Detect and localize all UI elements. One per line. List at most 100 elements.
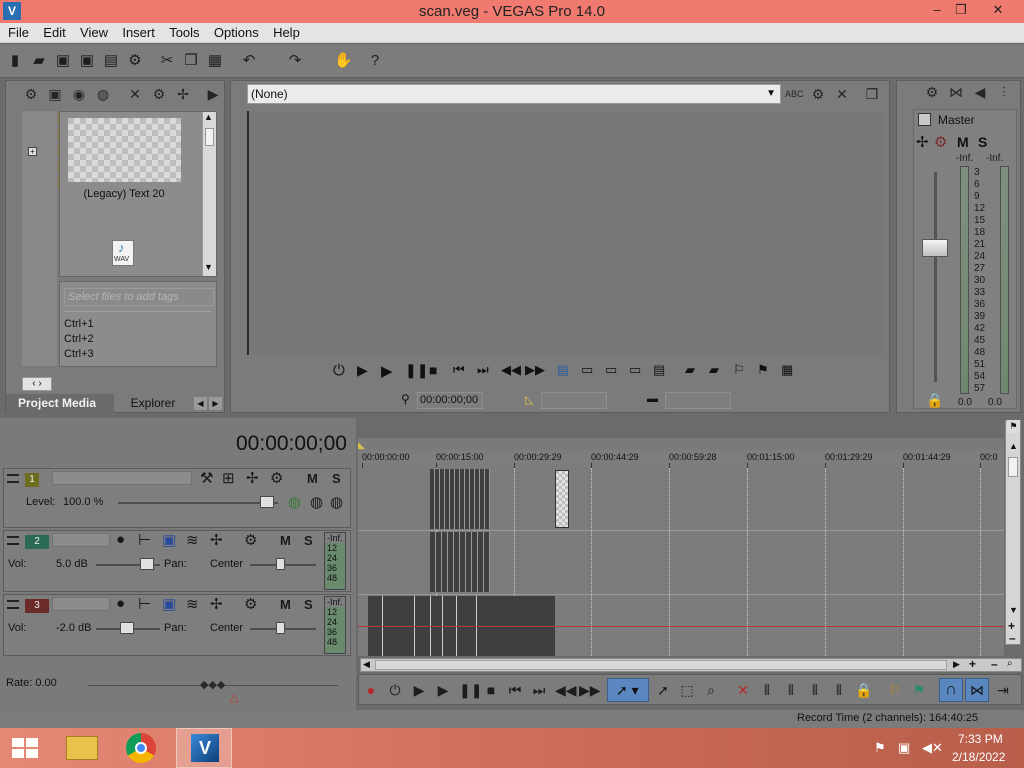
scroll-thumb[interactable] <box>1008 457 1018 477</box>
trim-icon[interactable]: ⫴ <box>759 682 775 698</box>
tab-project-media[interactable]: Project Media <box>6 394 114 413</box>
action-center-flag-icon[interactable]: ⚑ <box>874 740 886 756</box>
snapping-button[interactable]: ∩ <box>939 678 963 702</box>
zoom-out-icon[interactable]: – <box>1009 631 1016 645</box>
import-media-icon[interactable]: ⚙ <box>22 85 40 103</box>
remove-media-icon[interactable]: ✕ <box>126 85 144 103</box>
loop-icon[interactable]: ⏻ <box>333 362 345 379</box>
clock-time[interactable]: 7:33 PM <box>958 732 1003 746</box>
track-3-pan-knob[interactable] <box>276 622 285 634</box>
timeline-events-area[interactable] <box>358 468 1004 656</box>
clip-icon[interactable]: ▤ <box>653 362 665 378</box>
shortcut-ctrl-2[interactable]: Ctrl+2 <box>64 333 94 345</box>
clock-date[interactable]: 2/18/2022 <box>952 750 1005 764</box>
track-collapse-icon[interactable] <box>7 600 19 609</box>
track-2-solo[interactable]: S <box>304 533 313 548</box>
prev-frame-icon[interactable]: ⏮ <box>453 362 465 378</box>
track-3-vol-knob[interactable] <box>120 622 134 634</box>
track-pan-icon[interactable]: ✢ <box>210 531 223 549</box>
region-flags-icon[interactable]: ⚑ <box>757 362 769 378</box>
save-icon[interactable]: ▣ <box>54 52 72 70</box>
properties-gear-icon[interactable]: ⚙ <box>126 52 144 70</box>
chrome-taskbar-icon[interactable] <box>114 728 170 768</box>
scroll-up-icon[interactable]: ▲ <box>1009 441 1018 451</box>
new-file-icon[interactable]: ▮ <box>6 52 24 70</box>
track-pan-icon[interactable]: ✢ <box>246 469 259 487</box>
track-1-name-field[interactable] <box>52 471 192 485</box>
cut-icon[interactable]: ✂ <box>158 52 176 70</box>
zoom-in-icon[interactable]: + <box>969 657 976 671</box>
scroll-down-icon[interactable]: ▼ <box>1009 605 1018 615</box>
play-icon[interactable]: ▶ <box>381 362 393 380</box>
trim-end-icon[interactable]: ⫴ <box>807 682 823 698</box>
loop-region-bar[interactable] <box>358 438 1004 450</box>
expand-icon[interactable]: + <box>28 147 37 156</box>
mixer-speaker-icon[interactable]: ◀ <box>971 83 989 101</box>
whats-this-help-icon[interactable]: ? <box>366 52 384 70</box>
track-collapse-icon[interactable] <box>7 474 19 483</box>
mixer-downmix-icon[interactable]: ⋈ <box>947 83 965 101</box>
preview-fx-icon[interactable]: ⚙ <box>809 85 827 103</box>
volume-envelope-line[interactable] <box>358 626 1004 627</box>
pause-icon[interactable]: ❚❚ <box>405 362 428 379</box>
master-pan-icon[interactable]: ✢ <box>916 133 929 151</box>
master-solo[interactable]: S <box>978 134 987 150</box>
loop-playback-icon[interactable]: ⏻ <box>387 682 403 698</box>
track-compositing-mode-icon[interactable]: ◍ <box>288 493 301 511</box>
go-to-start-icon[interactable]: ⏮ <box>507 682 523 698</box>
audio-event-clip[interactable] <box>430 532 490 592</box>
stop-icon[interactable]: ■ <box>483 682 499 698</box>
lock-icon[interactable]: 🔒 <box>926 392 943 409</box>
track-input-icon[interactable]: ⊢ <box>138 595 151 613</box>
copy-icon[interactable]: ❐ <box>182 52 200 70</box>
prev-frame-icon[interactable]: ◀◀ <box>555 682 577 698</box>
scroll-up-icon[interactable]: ▲ <box>204 112 213 122</box>
stop-icon[interactable]: ■ <box>429 362 437 378</box>
edit-tool-icon[interactable]: ✋ <box>334 52 353 70</box>
tab-scroll-left-icon[interactable]: ◀ <box>194 397 207 410</box>
menu-insert[interactable]: Insert <box>122 23 155 43</box>
menu-help[interactable]: Help <box>273 23 300 43</box>
track-3-mute[interactable]: M <box>280 597 291 612</box>
track-1-mute[interactable]: M <box>307 471 318 486</box>
next-frame-icon[interactable]: ▶▶ <box>579 682 601 698</box>
track-fx-gear-icon[interactable]: ⚙ <box>244 531 257 549</box>
scroll-thumb[interactable] <box>375 660 947 670</box>
track-2-name-field[interactable] <box>52 533 110 547</box>
track-make-compositing-parent-icon[interactable]: ◍ <box>330 493 343 511</box>
shortcut-ctrl-1[interactable]: Ctrl+1 <box>64 318 94 330</box>
selection-length-field[interactable] <box>665 392 731 409</box>
split-icon[interactable]: ▭ <box>629 362 641 378</box>
track-motion-icon[interactable]: ⚒ <box>200 469 213 487</box>
text-abc-icon[interactable]: ABC <box>785 85 804 103</box>
get-media-icon[interactable]: ◉ <box>70 85 88 103</box>
mixer-sliders-icon[interactable]: ⫶ <box>995 83 1013 101</box>
scroll-right-icon[interactable]: ▶ <box>953 659 960 670</box>
shortcut-ctrl-3[interactable]: Ctrl+3 <box>64 348 94 360</box>
marker-icon[interactable]: ▤ <box>557 362 569 378</box>
web-icon[interactable]: ◍ <box>94 85 112 103</box>
preview-source-select[interactable]: (None) ▼ <box>247 84 781 104</box>
master-mute[interactable]: M <box>957 134 969 150</box>
play-from-start-icon[interactable]: ▶ <box>411 682 427 698</box>
close-button[interactable]: ✕ <box>986 0 1010 20</box>
paste-icon[interactable]: ▦ <box>206 52 224 70</box>
menu-edit[interactable]: Edit <box>43 23 65 43</box>
trim-icon[interactable]: ▭ <box>605 362 617 378</box>
thumbnails-scrollbar[interactable]: ▲ ▼ <box>202 112 216 276</box>
selection-tool-icon[interactable]: ⬚ <box>679 682 695 698</box>
menu-options[interactable]: Options <box>214 23 259 43</box>
snapshot-icon[interactable]: ▦ <box>781 362 793 378</box>
region-icon[interactable]: ⚑ <box>911 682 927 698</box>
delete-icon[interactable]: ✕ <box>735 682 751 698</box>
zoom-out-icon[interactable]: – <box>991 657 998 671</box>
media-properties-icon[interactable]: ✢ <box>174 85 192 103</box>
text-event-clip[interactable] <box>555 470 569 528</box>
media-bins-tree[interactable]: + <box>22 111 68 366</box>
video-event-clip[interactable] <box>430 469 490 529</box>
master-bus-icon[interactable] <box>918 113 931 126</box>
marker-flag-icon[interactable]: ⚐ <box>887 682 903 698</box>
track-2-pan-knob[interactable] <box>276 558 285 570</box>
tags-input[interactable]: Select files to add tags <box>64 288 214 306</box>
split-icon[interactable]: ⫴ <box>831 682 847 698</box>
